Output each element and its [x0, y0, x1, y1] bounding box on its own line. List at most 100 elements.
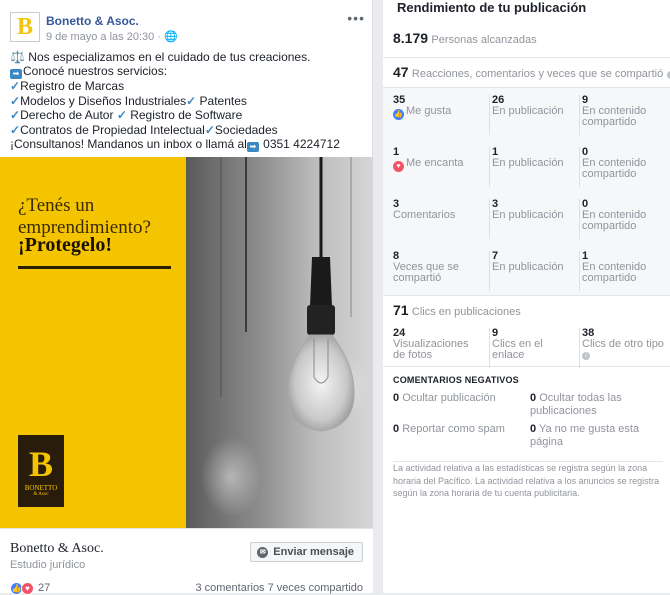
- negative-feedback-title: COMENTARIOS NEGATIVOS: [393, 375, 519, 385]
- footer-page-name[interactable]: Bonetto & Asoc.: [10, 541, 104, 557]
- shares-label: Veces que se compartió: [393, 261, 460, 284]
- service-marcas: Registro de Marcas: [20, 79, 125, 94]
- info-icon[interactable]: i: [582, 352, 590, 360]
- post-footer: Bonetto & Asoc. Estudio jurídico ✉ Envia…: [0, 528, 373, 595]
- comments-shares-count[interactable]: 3 comentarios 7 veces compartido: [195, 582, 363, 594]
- link-clicks-label: Clics en el enlace: [492, 338, 543, 361]
- neg-label: Ocultar publicación: [402, 392, 496, 404]
- grid-label: En publicación: [492, 261, 564, 273]
- hide-all-posts-stat: 0 Ocultar todas las publicaciones: [530, 392, 660, 418]
- grid-label: En contenido compartido: [582, 209, 647, 232]
- reach-label: Personas alcanzadas: [431, 34, 537, 46]
- ad-yellow-panel: ¿Tenés un emprendimiento? ¡Protegelo! B …: [0, 157, 186, 528]
- neg-value: 0: [530, 392, 537, 404]
- grid-cell: 35 👍 Me gusta: [393, 95, 483, 120]
- ad-headline-bold: ¡Protegelo!: [18, 234, 113, 256]
- check-icon: ✓: [10, 122, 21, 137]
- service-contratos: Contratos de Propiedad Intelectual: [20, 122, 205, 137]
- grid-cell: 1 En publicación: [489, 147, 577, 187]
- post-line-contact: ¡Consultanos! Mandanos un inbox o llamá …: [10, 137, 247, 152]
- panel-title: Rendimiento de tu publicación: [397, 0, 587, 15]
- like-icon: 👍: [393, 109, 404, 120]
- info-icon[interactable]: i: [666, 71, 670, 79]
- post-header: B Bonetto & Asoc. 9 de mayo a las 20:30 …: [10, 10, 365, 43]
- clicks-cell: 38 Clics de otro tipo i: [579, 328, 669, 368]
- check-icon: ✓: [186, 93, 197, 108]
- check-icon: ✓: [116, 108, 127, 123]
- service-modelos: Modelos y Diseños Industriales: [20, 93, 187, 108]
- post-date[interactable]: 9 de mayo a las 20:30 · 🌐: [46, 30, 178, 43]
- footer-page-category: Estudio jurídico: [10, 559, 86, 571]
- clicks-row: 71 Clics en publicaciones: [383, 296, 670, 323]
- service-sociedades: Sociedades: [214, 122, 278, 137]
- love-icon: ♥: [393, 161, 404, 172]
- grid-label: En publicación: [492, 105, 564, 117]
- likes-label: Me gusta: [406, 105, 452, 117]
- grid-cell: 1 En contenido compartido: [579, 251, 669, 291]
- neg-value: 0: [393, 392, 400, 404]
- ad-logo-letter: B: [28, 443, 53, 484]
- other-clicks-label: Clics de otro tipo: [582, 338, 664, 350]
- service-patentes: Patentes: [199, 93, 247, 108]
- unlike-page-stat: 0 Ya no me gusta esta página: [530, 423, 660, 449]
- grid-cell: 3 Comentarios: [393, 199, 483, 221]
- phone-number: 0351 4224712: [263, 137, 340, 152]
- report-spam-stat: 0 Reportar como spam: [393, 423, 505, 436]
- check-icon: ✓: [10, 93, 21, 108]
- check-icon: ✓: [204, 122, 215, 137]
- post-date-text: 9 de mayo a las 20:30 ·: [46, 31, 165, 43]
- neg-label: Ya no me gusta esta página: [530, 423, 640, 448]
- neg-label: Ocultar todas las publicaciones: [530, 392, 622, 417]
- post-text: ⚖️ Nos especializamos en el cuidado de t…: [10, 50, 365, 153]
- grid-row-likes: 35 👍 Me gusta 26 En publicación 9 En conteni…: [383, 88, 670, 140]
- arrow-right-icon: ➡: [246, 142, 259, 153]
- grid-label: En contenido compartido: [582, 105, 647, 128]
- clicks-value: 71: [393, 302, 409, 318]
- avatar-letter: B: [16, 14, 33, 40]
- grid-cell: 1 ♥ Me encanta: [393, 147, 483, 172]
- ad-logo-sub: & Asoc: [33, 491, 49, 497]
- ad-logo: B BONETTO & Asoc: [18, 435, 64, 507]
- grid-cell: 9 En contenido compartido: [579, 95, 669, 135]
- ad-headline: ¿Tenés un emprendimiento?: [18, 195, 151, 238]
- grid-cell: 3 En publicación: [489, 199, 577, 239]
- grid-cell: 26 En publicación: [489, 95, 577, 135]
- service-autor: Derecho de Autor: [20, 108, 114, 123]
- lightbulb-photo: [186, 157, 373, 528]
- more-options-icon[interactable]: •••: [347, 10, 365, 26]
- send-message-button[interactable]: ✉ Enviar mensaje: [250, 542, 363, 562]
- grid-label: En contenido compartido: [582, 157, 647, 180]
- neg-value: 0: [530, 423, 537, 435]
- grid-cell: 0 En contenido compartido: [579, 147, 669, 187]
- ad-image[interactable]: ¿Tenés un emprendimiento? ¡Protegelo! B …: [0, 157, 373, 528]
- performance-panel: Rendimiento de tu publicación 8.179 Pers…: [383, 0, 670, 593]
- grid-label: En contenido compartido: [582, 261, 647, 284]
- grid-cell: 7 En publicación: [489, 251, 577, 291]
- engagement-grid: 35 👍 Me gusta 26 En publicación 9 En conteni…: [383, 88, 670, 296]
- grid-cell: 0 En contenido compartido: [579, 199, 669, 239]
- clicks-breakdown: 24 Visualizaciones de fotos 9 Clics en el …: [383, 323, 670, 368]
- lightbulb-icon: [201, 157, 371, 517]
- service-software: Registro de Software: [130, 108, 243, 123]
- reactions-count[interactable]: 27: [38, 582, 50, 594]
- page-avatar[interactable]: B: [10, 12, 40, 42]
- arrow-right-icon: ➡: [10, 69, 22, 80]
- comments-label: Comentarios: [393, 209, 456, 221]
- engagement-label: Reacciones, comentarios y veces que se c…: [411, 68, 664, 80]
- hide-post-stat: 0 Ocultar publicación: [393, 392, 496, 405]
- clicks-cell: 24 Visualizaciones de fotos: [393, 328, 483, 361]
- messenger-icon: ✉: [257, 546, 269, 558]
- timezone-note: La actividad relativa a las estadísticas…: [393, 461, 663, 500]
- ad-divider: [18, 266, 171, 269]
- grid-row-love: 1 ♥ Me encanta 1 En publicación 0 En conteni…: [383, 140, 670, 192]
- photo-views-label: Visualizaciones de fotos: [393, 338, 469, 361]
- globe-icon: 🌐: [164, 31, 178, 43]
- post-line-intro: ⚖️ Nos especializamos en el cuidado de t…: [10, 50, 311, 64]
- grid-label: En publicación: [492, 157, 564, 169]
- send-message-label: Enviar mensaje: [273, 546, 354, 558]
- love-label: Me encanta: [406, 157, 464, 169]
- reach-row: 8.179 Personas alcanzadas: [383, 22, 670, 58]
- grid-row-comments: 3 Comentarios 3 En publicación 0 En conteni…: [383, 192, 670, 244]
- grid-row-shares: 8 Veces que se compartió 7 En publicación …: [383, 244, 670, 296]
- page-name-link[interactable]: Bonetto & Asoc.: [46, 14, 139, 28]
